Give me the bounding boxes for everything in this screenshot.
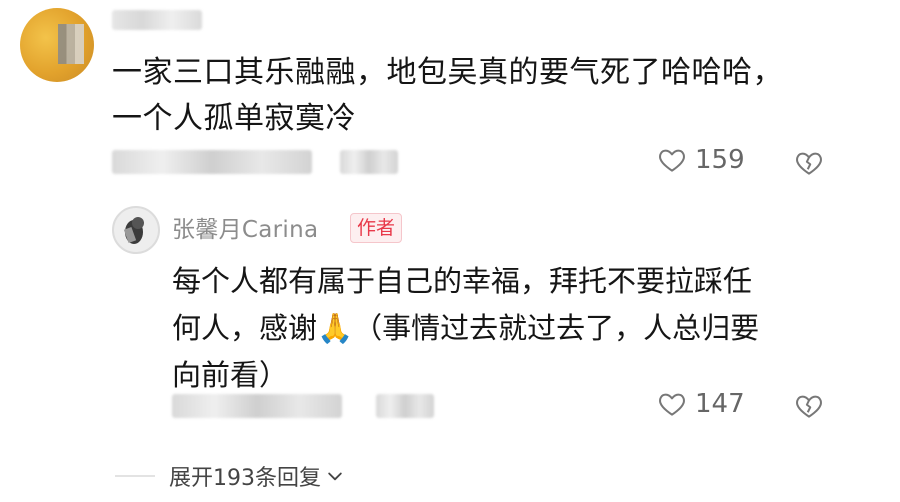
comment-text: 一家三口其乐融融，地包吴真的要气死了哈哈哈， 一个人孤单寂寞冷: [112, 50, 832, 142]
reply-reply-blurred[interactable]: [376, 394, 434, 418]
comment-like-count: 159: [695, 145, 745, 175]
comment-like-button[interactable]: 159: [657, 145, 745, 175]
comment-reply-blurred[interactable]: [340, 150, 398, 174]
reply-text: 每个人都有属于自己的幸福，拜托不要拉踩任 何人，感谢🙏（事情过去就过去了，人总归…: [172, 258, 832, 399]
chevron-down-icon: [328, 472, 342, 481]
heart-icon: [659, 393, 685, 416]
author-avatar[interactable]: [112, 206, 160, 254]
author-avatar-image: [114, 208, 158, 252]
heart-icon: [659, 149, 685, 172]
broken-heart-icon[interactable]: [794, 148, 824, 178]
comment-thread: 一家三口其乐融融，地包吴真的要气死了哈哈哈， 一个人孤单寂寞冷 159 张馨月C…: [0, 0, 900, 502]
comment-line-2: 一个人孤单寂寞冷: [112, 101, 356, 136]
reply-like-count: 147: [695, 389, 745, 419]
reply-line-1: 每个人都有属于自己的幸福，拜托不要拉踩任: [172, 264, 753, 298]
reply-like-button[interactable]: 147: [657, 389, 745, 419]
commenter-name-blurred[interactable]: [112, 10, 202, 30]
pixelated-overlay: [58, 24, 84, 64]
reply-line-2: 何人，感谢🙏（事情过去就过去了，人总归要: [172, 311, 760, 345]
expand-replies-label: 展开193条回复: [169, 466, 321, 491]
reply-meta-blurred: [172, 394, 342, 418]
comment-meta-blurred: [112, 150, 312, 174]
author-name[interactable]: 张馨月Carina: [172, 210, 318, 244]
expand-replies-button[interactable]: 展开193条回复: [115, 460, 345, 492]
author-badge: 作者: [350, 213, 403, 243]
commenter-avatar[interactable]: [20, 8, 94, 82]
comment-line-1: 一家三口其乐融融，地包吴真的要气死了哈哈哈，: [112, 55, 783, 90]
broken-heart-icon[interactable]: [794, 391, 824, 421]
divider-line: [115, 475, 155, 477]
